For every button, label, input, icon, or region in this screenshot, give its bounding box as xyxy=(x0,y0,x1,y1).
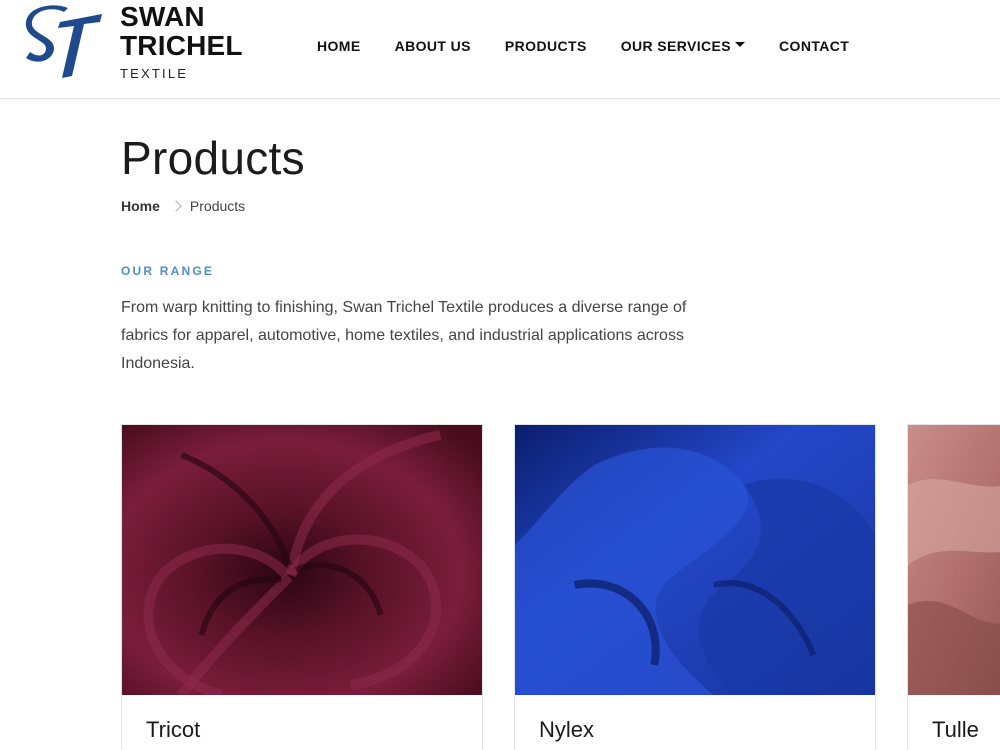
breadcrumb-home-link[interactable]: Home xyxy=(121,198,160,214)
brand-name: SWAN TRICHEL xyxy=(120,2,243,60)
main-nav: HOME ABOUT US PRODUCTS OUR SERVICES CONT… xyxy=(317,38,849,54)
section-intro: From warp knitting to finishing, Swan Tr… xyxy=(121,299,687,372)
breadcrumb: Home Products xyxy=(121,198,245,214)
section-eyebrow: OUR RANGE xyxy=(121,264,215,278)
nav-our-services[interactable]: OUR SERVICES xyxy=(620,38,746,54)
nav-about-us[interactable]: ABOUT US xyxy=(395,38,471,54)
brand-subtitle: TEXTILE xyxy=(120,66,189,81)
product-name-tricot: Tricot xyxy=(146,717,201,742)
product-image-tricot xyxy=(122,425,482,695)
nav-products-label: PRODUCTS xyxy=(504,38,587,54)
nav-about-label: ABOUT US xyxy=(394,38,471,54)
nav-contact-label: CONTACT xyxy=(779,38,850,54)
product-card-tulle[interactable]: Tulle xyxy=(907,424,1000,750)
chevron-right-icon xyxy=(170,200,182,212)
product-card-nylex[interactable]: Nylex xyxy=(514,424,876,750)
site-header: SWAN TRICHEL TEXTILE HOME ABOUT US PRODU… xyxy=(0,0,1000,99)
nav-services-label: OUR SERVICES xyxy=(620,38,732,54)
product-card-tricot[interactable]: Tricot xyxy=(121,424,483,750)
nav-home-label: HOME xyxy=(317,38,361,54)
product-image-tulle xyxy=(908,425,1000,695)
nav-home[interactable]: HOME xyxy=(317,38,361,54)
st-monogram-icon xyxy=(25,5,102,78)
product-name-tulle: Tulle xyxy=(932,717,979,742)
brand-name-line2: TRICHEL xyxy=(120,30,243,61)
breadcrumb-current: Products xyxy=(189,198,246,214)
page-title: Products xyxy=(121,132,305,184)
brand-name-line1: SWAN xyxy=(120,1,205,32)
product-name-nylex: Nylex xyxy=(539,717,595,742)
nav-contact[interactable]: CONTACT xyxy=(779,38,849,54)
nav-products[interactable]: PRODUCTS xyxy=(505,38,587,54)
brand-logo[interactable]: SWAN TRICHEL TEXTILE xyxy=(24,2,254,92)
product-image-nylex xyxy=(515,425,875,695)
caret-down-icon xyxy=(735,42,746,47)
